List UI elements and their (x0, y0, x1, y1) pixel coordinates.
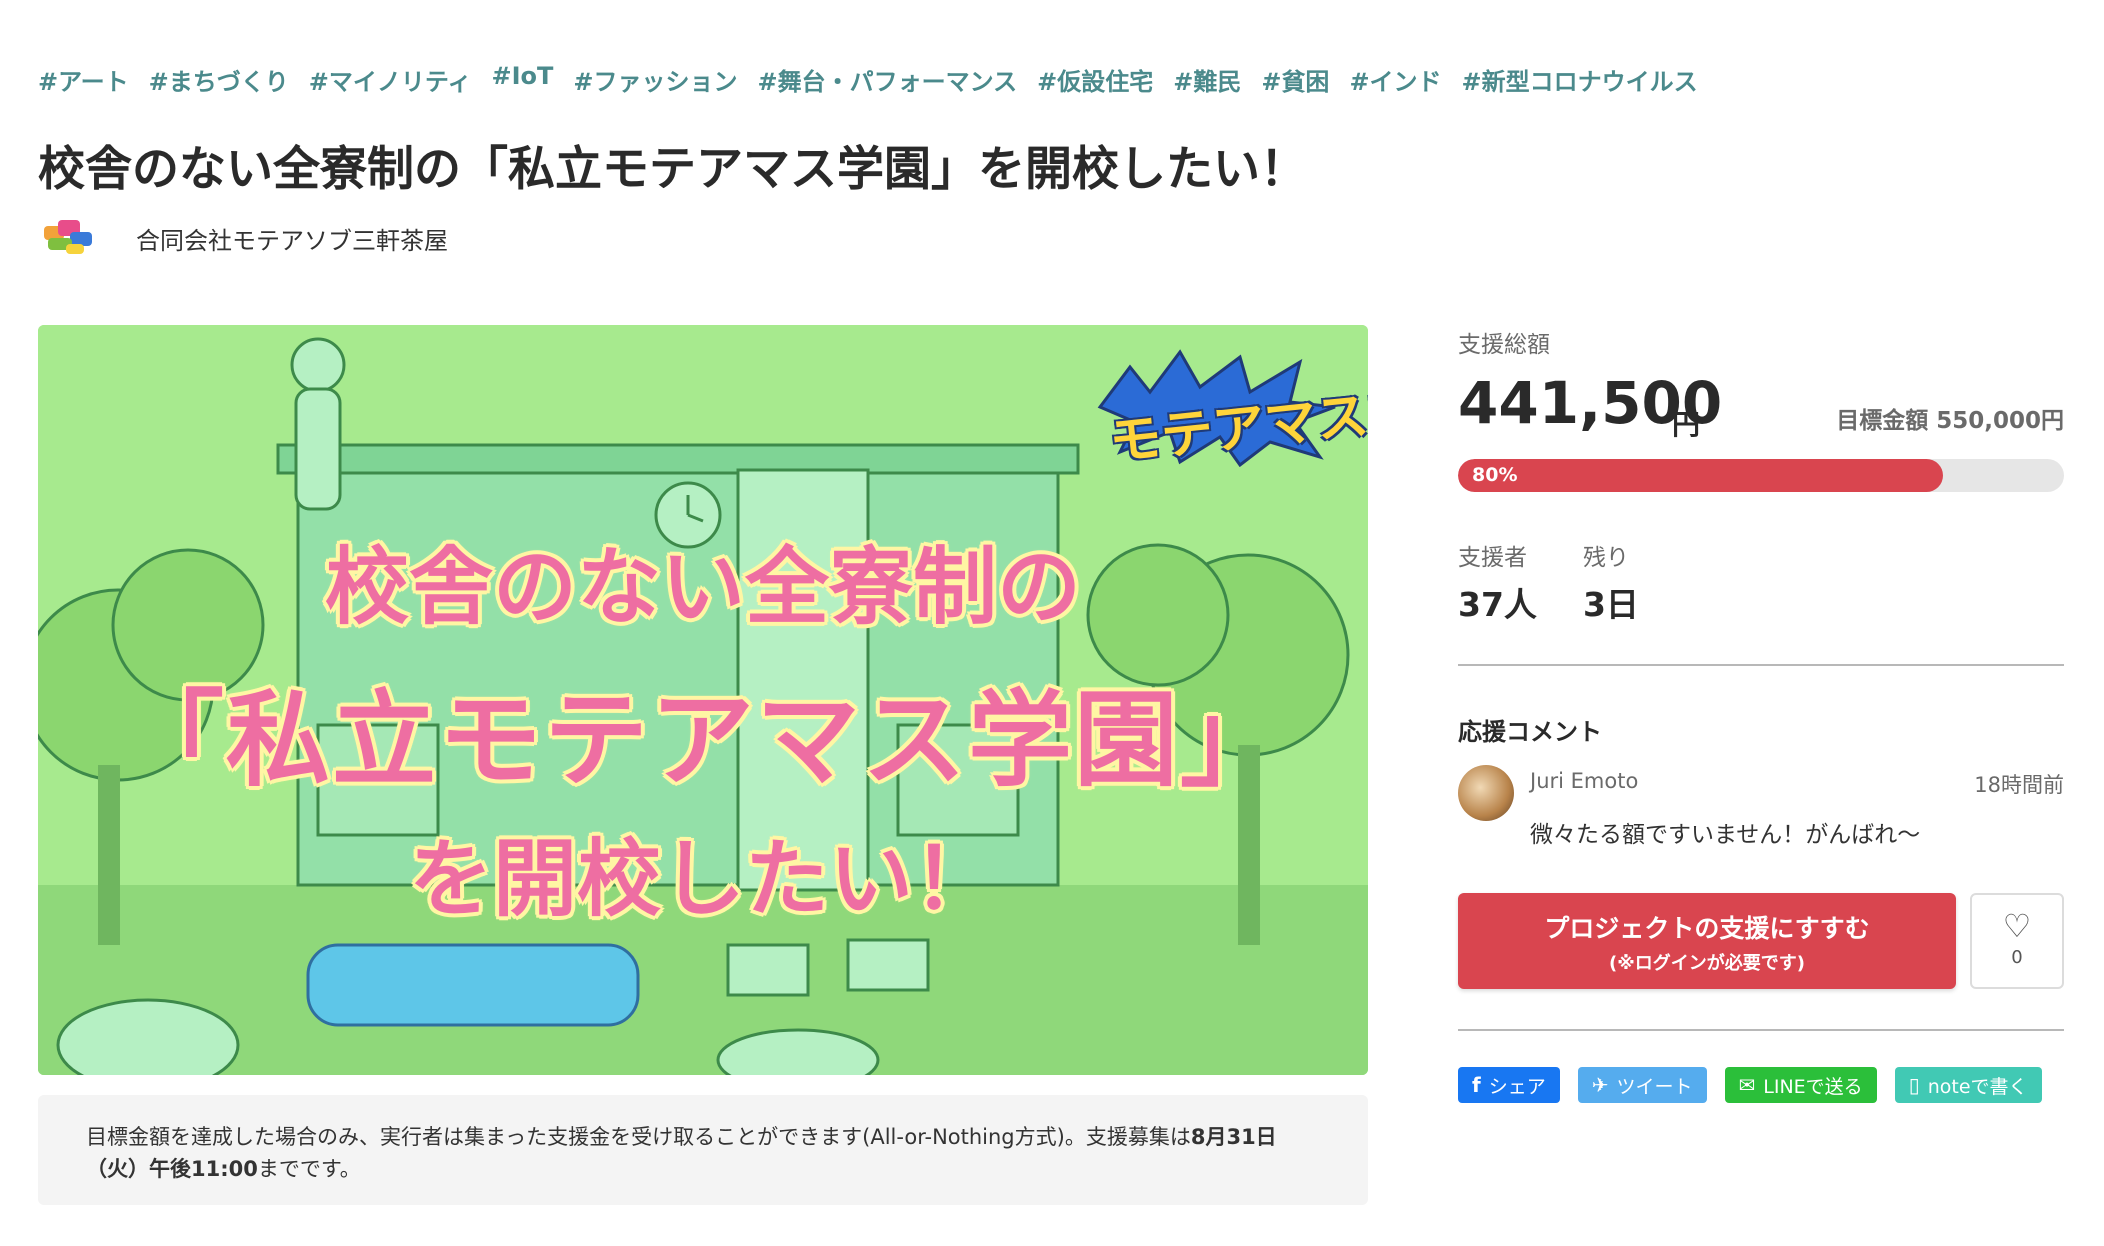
comment-item: Juri Emoto 18時間前 微々たる額ですいません！がんばれ〜 (1458, 765, 2064, 849)
note-icon: ▯ (1908, 1073, 1920, 1097)
avatar[interactable] (1458, 765, 1514, 821)
tag-refugee[interactable]: #難民 (1173, 62, 1241, 97)
tag-temporary-housing[interactable]: #仮設住宅 (1037, 62, 1153, 97)
total-label: 支援総額 (1458, 332, 1550, 358)
twitter-icon: ✈ (1591, 1073, 1609, 1097)
owner-logo-icon (40, 216, 96, 260)
stats: 支援者 37人 残り 3日 (1458, 538, 2064, 626)
note-share-label: noteで書く (1927, 1075, 2028, 1098)
facebook-share-button[interactable]: f シェア (1458, 1067, 1560, 1103)
backers-label: 支援者 (1458, 545, 1527, 571)
comment-body: Juri Emoto 18時間前 微々たる額ですいません！がんばれ〜 (1530, 765, 2064, 849)
line-share-button[interactable]: ✉ LINEで送る (1724, 1067, 1877, 1103)
line-icon: ✉ (1738, 1073, 1756, 1097)
comments-title: 応援コメント (1458, 718, 1602, 746)
comment-text: 微々たる額ですいません！がんばれ〜 (1530, 822, 1921, 848)
notice-deadline-date: 8月31日 (1190, 1125, 1277, 1149)
tag-poverty[interactable]: #貧困 (1261, 62, 1329, 97)
line-share-label: LINEで送る (1763, 1075, 1863, 1098)
tag-covid[interactable]: #新型コロナウイルス (1462, 62, 1698, 97)
favorite-count: 0 (2011, 947, 2023, 968)
hero-logo: モテアマス学園 (1090, 347, 1368, 473)
tag-art[interactable]: #アート (38, 62, 129, 97)
hero-image: モテアマス学園 校舎のない全寮制の 「私立モテアマス学園」 を開校したい！ (38, 325, 1368, 1075)
favorite-button[interactable]: ♡ 0 (1970, 893, 2064, 989)
divider (1458, 664, 2064, 666)
goal-amount: 目標金額 550,000円 (1836, 408, 2064, 434)
backers-stat: 支援者 37人 (1458, 538, 1537, 626)
facebook-share-label: シェア (1488, 1075, 1546, 1098)
hero-line-2: 「私立モテアマス学園」 (119, 679, 1286, 801)
progress-percent: 80% (1472, 464, 1518, 486)
tag-list: #アート #まちづくり #マイノリティ #IoT #ファッション #舞台・パフォ… (38, 62, 1698, 97)
tag-iot[interactable]: #IoT (491, 62, 553, 97)
action-buttons: プロジェクトの支援にすすむ (※ログインが必要です) ♡ 0 (1458, 893, 2064, 989)
comment-author[interactable]: Juri Emoto (1530, 769, 1638, 799)
tag-fashion[interactable]: #ファッション (573, 62, 737, 97)
remaining-value: 3日 (1582, 585, 1639, 624)
facebook-icon: f (1472, 1073, 1481, 1097)
hero-line-1: 校舎のない全寮制の (324, 538, 1081, 636)
amount-row: 441,500 円 目標金額 550,000円 (1458, 369, 2064, 449)
notice-deadline-time: （火）午後11:00 (86, 1157, 258, 1181)
notice-text: 目標金額を達成した場合のみ、実行者は集まった支援金を受け取ることができます(Al… (86, 1125, 1191, 1149)
remaining-stat: 残り 3日 (1583, 538, 1639, 626)
tag-machizukuri[interactable]: #まちづくり (149, 62, 289, 97)
heart-icon: ♡ (2002, 907, 2032, 945)
currency-unit: 円 (1672, 408, 1701, 441)
page-title: 校舎のない全寮制の「私立モテアマス学園」を開校したい！ (38, 142, 1307, 197)
project-owner[interactable]: 合同会社モテアソブ三軒茶屋 (40, 216, 448, 260)
owner-name[interactable]: 合同会社モテアソブ三軒茶屋 (136, 221, 448, 256)
note-share-button[interactable]: ▯ noteで書く (1894, 1067, 2042, 1103)
tag-performance[interactable]: #舞台・パフォーマンス (757, 62, 1017, 97)
twitter-share-button[interactable]: ✈ ツイート (1577, 1067, 1707, 1103)
support-button-note: (※ログインが必要です) (1609, 953, 1805, 974)
share-buttons: f シェア ✈ ツイート ✉ LINEで送る ▯ noteで書く (1458, 1067, 2064, 1103)
funding-sidebar: 支援総額 441,500 円 目標金額 550,000円 80% 支援者 37人… (1458, 325, 2064, 1103)
all-or-nothing-notice: 目標金額を達成した場合のみ、実行者は集まった支援金を受け取ることができます(Al… (38, 1095, 1368, 1205)
remaining-label: 残り (1582, 545, 1629, 571)
support-button[interactable]: プロジェクトの支援にすすむ (※ログインが必要です) (1458, 893, 1956, 989)
support-button-label: プロジェクトの支援にすすむ (1544, 914, 1870, 943)
tag-india[interactable]: #インド (1349, 62, 1441, 97)
twitter-share-label: ツイート (1616, 1075, 1693, 1098)
progress-fill (1458, 459, 1943, 492)
comment-header: Juri Emoto 18時間前 (1530, 769, 2064, 799)
comment-time: 18時間前 (1974, 773, 2064, 797)
tag-minority[interactable]: #マイノリティ (309, 62, 472, 97)
backers-value: 37人 (1458, 585, 1537, 624)
notice-text-end: までです。 (257, 1157, 361, 1181)
progress-bar: 80% (1458, 459, 2064, 492)
hero-line-3: を開校したい！ (408, 830, 997, 928)
divider (1458, 1029, 2064, 1031)
